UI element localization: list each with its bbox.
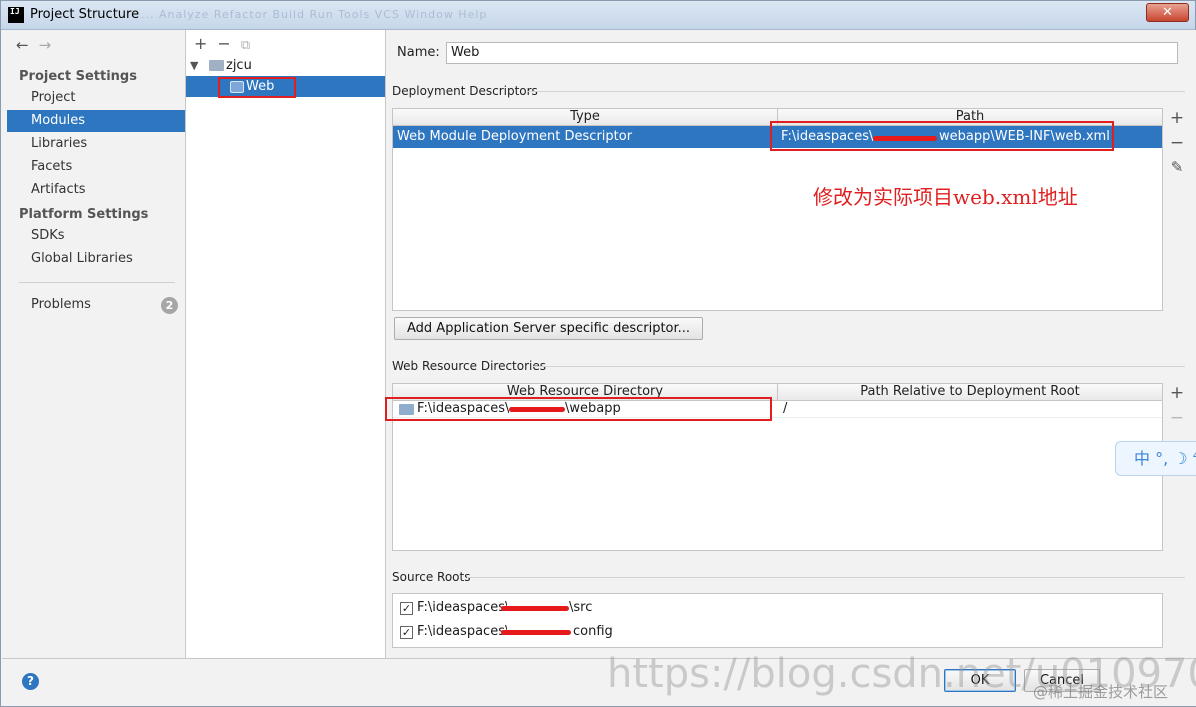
web-resource-directories-title: Web Resource Directories (392, 359, 546, 373)
title-bar: IJ Project Structure ... Analyze Refacto… (1, 1, 1195, 30)
sidebar-item-global-libraries[interactable]: Global Libraries (7, 248, 185, 270)
add-server-descriptor-button[interactable]: Add Application Server specific descript… (394, 317, 704, 340)
highlight-box-path (770, 121, 1114, 151)
name-field[interactable]: Web (446, 42, 1178, 64)
intellij-icon: IJ (8, 7, 24, 23)
edit-icon[interactable]: ✎ (1162, 158, 1192, 183)
annotation-text: 修改为实际项目web.xml地址 (813, 185, 1078, 209)
problems-count-badge: 2 (161, 297, 178, 314)
help-icon[interactable]: ? (22, 673, 39, 690)
remove-icon[interactable]: − (1162, 408, 1192, 433)
source-root-checkbox[interactable]: ✓ (400, 626, 413, 639)
module-tree: + − ⧉ ▼ zjcu Web (186, 30, 386, 658)
sidebar-item-libraries[interactable]: Libraries (7, 133, 185, 155)
name-label: Name: (397, 45, 440, 60)
close-button[interactable]: ✕ (1146, 3, 1189, 22)
highlight-box-directory (385, 397, 772, 421)
group-separator (467, 577, 1185, 578)
watermark-juejin: @稀土掘金技术社区 (1033, 683, 1169, 701)
sidebar-item-facets[interactable]: Facets (7, 156, 185, 178)
background-menu-bar: ... Analyze Refactor Build Run Tools VCS… (141, 8, 488, 21)
source-root-suffix: \src (569, 600, 593, 615)
group-separator (527, 91, 1185, 92)
project-structure-window: IJ Project Structure ... Analyze Refacto… (0, 0, 1196, 707)
source-root-suffix: config (573, 624, 613, 639)
source-roots-title: Source Roots (392, 570, 471, 584)
source-roots-list: ✓ F:\ideaspaces\ \src ✓ F:\ideaspaces\ c… (392, 593, 1163, 648)
window-title: Project Structure (30, 7, 140, 22)
descriptor-type-cell: Web Module Deployment Descriptor (397, 129, 633, 144)
add-icon[interactable]: + (1162, 108, 1192, 133)
tree-toolbar: + − ⧉ (194, 34, 260, 53)
copy-icon[interactable]: ⧉ (241, 38, 250, 53)
sidebar-item-problems[interactable]: Problems (7, 294, 185, 316)
redaction-mark (501, 606, 569, 611)
add-icon[interactable]: + (194, 34, 207, 53)
sidebar-item-sdks[interactable]: SDKs (7, 225, 185, 247)
sidebar-item-artifacts[interactable]: Artifacts (7, 179, 185, 201)
redaction-mark (501, 630, 571, 635)
tree-node-label: zjcu (226, 58, 252, 73)
settings-sidebar: ← → Project Settings Project Modules Libr… (2, 30, 186, 658)
descriptor-table-tools: + − ✎ (1162, 108, 1192, 183)
add-icon[interactable]: + (1162, 383, 1192, 408)
highlight-box-web (218, 77, 296, 98)
source-root-prefix: F:\ideaspaces\ (417, 600, 507, 615)
module-folder-icon (209, 60, 224, 71)
group-separator (533, 366, 1185, 367)
tree-node-zjcu[interactable]: ▼ zjcu (186, 55, 385, 76)
forward-arrow-icon[interactable]: → (39, 36, 52, 54)
relative-path-cell: / (783, 401, 788, 416)
web-facet-panel: Name: Web Deployment Descriptors Type Pa… (385, 30, 1196, 658)
web-resource-table-tools: + − (1162, 383, 1192, 433)
expand-chevron-icon[interactable]: ▼ (190, 55, 198, 76)
remove-icon[interactable]: − (217, 34, 230, 53)
back-arrow-icon[interactable]: ← (16, 36, 29, 54)
history-navigation: ← → (16, 36, 61, 54)
deployment-descriptors-title: Deployment Descriptors (392, 84, 538, 98)
sidebar-divider (19, 282, 175, 283)
ime-toolbar[interactable]: 中 °, ☽ ⁴ (1115, 441, 1196, 476)
remove-icon[interactable]: − (1162, 133, 1192, 158)
column-header-relative-path[interactable]: Path Relative to Deployment Root (778, 384, 1162, 401)
platform-settings-header: Platform Settings (19, 207, 149, 222)
column-header-type[interactable]: Type (393, 109, 778, 126)
sidebar-item-modules[interactable]: Modules (7, 110, 185, 132)
project-settings-header: Project Settings (19, 69, 137, 84)
sidebar-item-project[interactable]: Project (7, 87, 185, 109)
source-root-checkbox[interactable]: ✓ (400, 602, 413, 615)
source-root-prefix: F:\ideaspaces\ (417, 624, 507, 639)
